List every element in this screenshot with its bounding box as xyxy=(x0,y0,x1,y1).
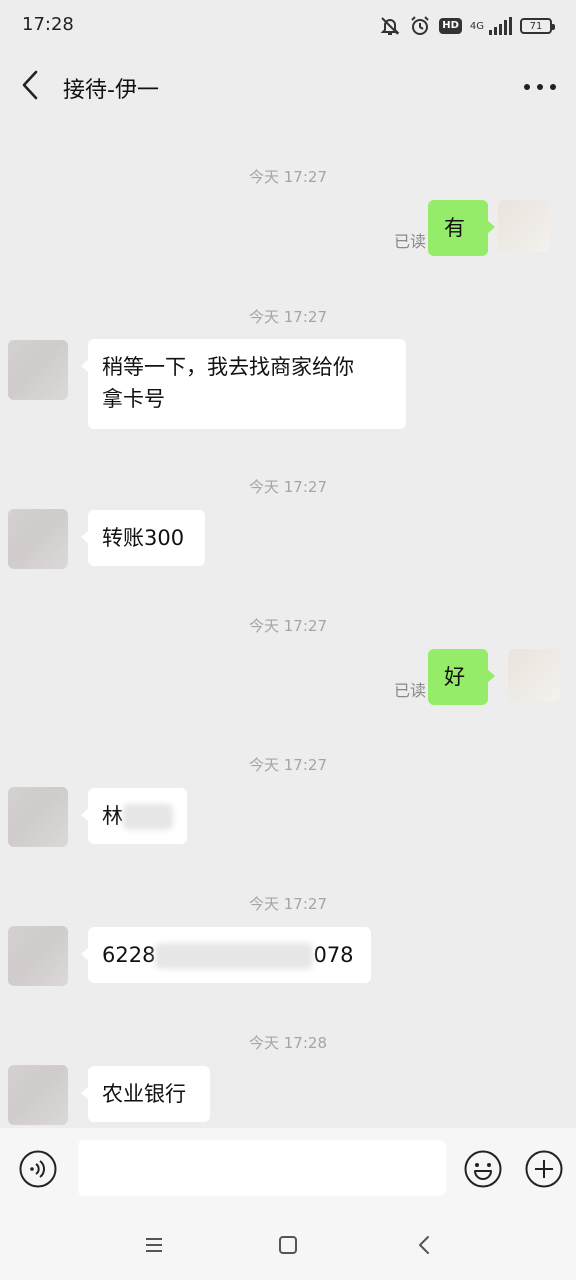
alarm-icon xyxy=(409,15,431,37)
signal-icon xyxy=(488,17,512,35)
more-button[interactable] xyxy=(518,74,562,100)
emoji-icon xyxy=(464,1150,502,1192)
chat-header: 接待-伊一 xyxy=(0,52,576,122)
message-bubble-received[interactable]: 林 xyxy=(81,788,187,844)
message-text: 好 xyxy=(444,665,465,689)
chevron-left-icon xyxy=(20,70,40,104)
avatar-self[interactable] xyxy=(508,649,560,701)
message-timestamp: 今天 17:28 xyxy=(249,1034,327,1052)
message-text: 转账300 xyxy=(102,526,185,550)
message-timestamp: 今天 17:27 xyxy=(249,168,327,186)
message-text-line: 拿卡号 xyxy=(102,387,165,411)
status-icons: HD 4G 71 xyxy=(379,13,555,39)
back-button[interactable] xyxy=(12,67,48,107)
input-bar xyxy=(0,1128,576,1212)
message-bubble-received[interactable]: 稍等一下，我去找商家给你 拿卡号 xyxy=(81,339,406,429)
message-bubble-received[interactable]: 转账300 xyxy=(81,510,205,566)
avatar-contact[interactable] xyxy=(8,509,68,569)
status-bar: 17:28 HD 4G 71 xyxy=(0,0,576,52)
message-bubble-received[interactable]: 6228 078 xyxy=(81,927,371,983)
hd-icon: HD xyxy=(439,18,462,34)
message-text: 6228 xyxy=(102,943,156,967)
read-receipt: 已读 xyxy=(394,681,427,700)
message-text: 有 xyxy=(444,216,465,240)
menu-button[interactable] xyxy=(139,1232,169,1262)
back-icon xyxy=(417,1235,431,1259)
status-time: 17:28 xyxy=(22,14,74,35)
avatar-contact[interactable] xyxy=(8,926,68,986)
menu-icon xyxy=(144,1236,164,1258)
home-button[interactable] xyxy=(273,1232,303,1262)
chat-title: 接待-伊一 xyxy=(63,78,159,103)
redacted-text xyxy=(123,804,173,830)
message-input[interactable] xyxy=(78,1140,446,1196)
mute-icon xyxy=(379,15,401,37)
avatar-contact[interactable] xyxy=(8,340,68,400)
message-text: 林 xyxy=(102,804,123,828)
redacted-text xyxy=(155,943,314,969)
message-bubble-sent[interactable]: 有 xyxy=(428,200,495,256)
avatar-self[interactable] xyxy=(498,200,550,252)
plus-button[interactable] xyxy=(525,1150,563,1188)
voice-icon xyxy=(19,1150,57,1192)
message-text: 农业银行 xyxy=(102,1082,186,1106)
network-type: 4G xyxy=(469,20,484,32)
avatar-contact[interactable] xyxy=(8,1065,68,1125)
battery-icon: 71 xyxy=(520,18,555,34)
message-timestamp: 今天 17:27 xyxy=(249,308,327,326)
chat-area[interactable]: 今天 17:27 已读 有 今天 17:27 稍等一下，我去找商家给你 拿卡号 … xyxy=(0,122,576,1128)
voice-button[interactable] xyxy=(19,1150,57,1188)
emoji-button[interactable] xyxy=(464,1150,502,1188)
message-timestamp: 今天 17:27 xyxy=(249,478,327,496)
message-text: 078 xyxy=(313,943,354,967)
system-nav-bar xyxy=(0,1212,576,1280)
avatar-contact[interactable] xyxy=(8,787,68,847)
message-timestamp: 今天 17:27 xyxy=(249,617,327,635)
read-receipt: 已读 xyxy=(394,232,427,251)
battery-level: 71 xyxy=(529,20,543,32)
plus-icon xyxy=(525,1150,563,1192)
message-text-line: 稍等一下，我去找商家给你 xyxy=(102,355,354,379)
more-dots-icon xyxy=(524,84,556,90)
message-timestamp: 今天 17:27 xyxy=(249,756,327,774)
nav-back-button[interactable] xyxy=(409,1232,439,1262)
message-bubble-received[interactable]: 农业银行 xyxy=(81,1066,210,1122)
message-bubble-sent[interactable]: 好 xyxy=(428,649,495,705)
home-icon xyxy=(278,1235,298,1259)
message-timestamp: 今天 17:27 xyxy=(249,895,327,913)
